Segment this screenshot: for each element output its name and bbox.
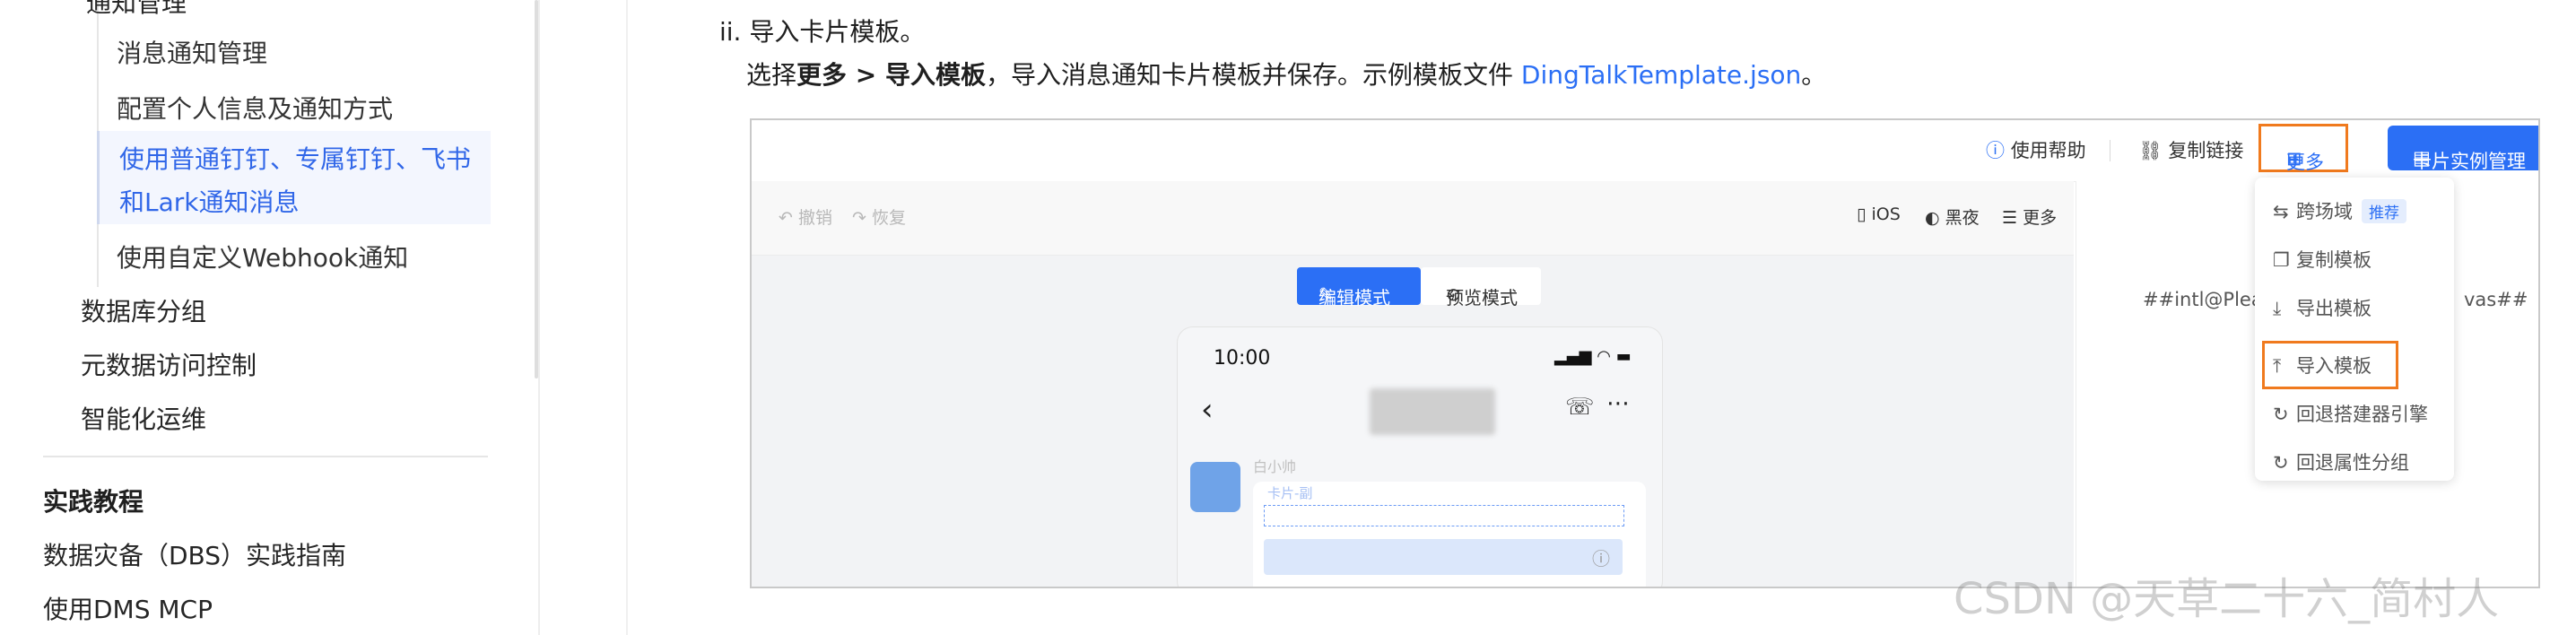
undo-button[interactable]: ↶ 撤销 [779,204,832,229]
status-icons: ▂▄▆ ◠ ▬ [1554,347,1632,366]
mode-edit-button[interactable]: ✎ 编辑模式 [1297,267,1421,309]
sidebar-item-label-line2: 和Lark通知消息 [119,187,300,217]
info-icon[interactable]: ⓘ [1592,544,1610,570]
menu-label: 复制模板 [2296,249,2371,271]
menu-item-cross-domain[interactable]: ⇆ 跨场域 推荐 [2273,197,2406,228]
more-dots-icon[interactable]: ⋯ [1606,390,1630,417]
sidebar-item-dms-mcp[interactable]: 使用DMS MCP [43,590,213,626]
copy-link-label: 复制链接 [2168,140,2244,161]
content-border [626,0,628,635]
embedded-screenshot: ⓘ 使用帮助 ⛓ 复制链接 ⊞ 更多 ▤ 卡片实例管理 ↶ 撤销 ↷ 恢复 ▯ … [750,118,2540,588]
dark-toggle[interactable]: ◐ 黑夜 [1925,204,1980,229]
sidebar-item-dbs-guide[interactable]: 数据灾备（DBS）实践指南 [43,536,346,572]
rollback-icon: ↻ [2273,404,2289,425]
intl-text-right: vas## [2464,289,2528,310]
sidebar-item-notification-management[interactable]: 通知管理 [86,0,187,20]
more-button-highlight[interactable]: ⊞ 更多 [2258,124,2348,173]
menu-item-rollback-group[interactable]: ↻ 回退属性分组 [2273,448,2409,479]
back-icon[interactable]: ‹ [1201,392,1214,428]
moon-icon: ◐ [1925,208,1940,228]
help-button[interactable]: ⓘ 使用帮助 [1986,136,2086,163]
sender-name: 白小帅 [1253,458,1297,475]
redo-button[interactable]: ↷ 恢复 [852,204,906,229]
editor-more-label: 更多 [2023,208,2058,228]
intl-text-left: ##intl@Pleas [2143,289,2273,310]
menu-label: 回退搭建器引擎 [2296,404,2428,425]
menu-item-export-template[interactable]: ⤓ 导出模板 [2273,294,2371,325]
card-selection-outline[interactable] [1264,505,1624,526]
avatar [1190,462,1240,512]
menu-item-copy-template[interactable]: ❐ 复制模板 [2273,246,2371,276]
editor-area: ↶ 撤销 ↷ 恢复 ▯ iOS ◐ 黑夜 ☰ 更多 ✎ 编辑模式 ⊙ 预览模式 … [752,181,2074,587]
copy-link-button[interactable]: ⛓ 复制链接 [2138,136,2243,163]
undo-icon: ↶ [779,208,793,228]
phone-icon: ▯ [1857,204,1867,224]
help-label: 使用帮助 [2010,140,2086,161]
redo-label: 恢复 [871,208,906,228]
copy-icon: ❐ [2273,249,2290,271]
sidebar-divider [43,456,488,457]
mode-preview-button[interactable]: ⊙ 预览模式 [1421,267,1541,309]
sidebar-item-webhook[interactable]: 使用自定义Webhook通知 [117,239,408,274]
mode-edit-label: 编辑模式 [1318,287,1390,309]
editor-more-button[interactable]: ☰ 更多 [2002,204,2057,229]
template-file-link[interactable]: DingTalkTemplate.json [1521,60,1801,90]
menu-label: 导出模板 [2296,298,2371,319]
desc-bold: 更多 > 导入模板 [796,60,986,90]
call-icon[interactable]: ☏ [1565,394,1595,421]
sidebar-item-personal-info[interactable]: 配置个人信息及通知方式 [117,90,393,126]
card-manage-label: 卡片实例管理 [2413,151,2526,172]
editor-toolbar: ↶ 撤销 ↷ 恢复 ▯ iOS ◐ 黑夜 ☰ 更多 [752,181,2074,256]
card-content-bar[interactable] [1264,539,1623,575]
card-label: 卡片-副 [1267,485,1313,501]
sidebar-item-metadata-access[interactable]: 元数据访问控制 [81,346,257,382]
upload-icon: ⤒ [2273,355,2282,377]
section-title: 实践教程 [43,487,144,517]
watermark: CSDN @天草二十六_简村人 [1954,574,2500,624]
menu-label: 导入模板 [2296,355,2371,377]
sidebar-border [538,0,540,635]
menu-label: 跨场域 [2296,201,2353,222]
undo-label: 撤销 [797,208,832,228]
mode-preview-label: 预览模式 [1446,287,1518,309]
desc-suffix: 。 [1801,60,1827,90]
desc-middle: ，导入消息通知卡片模板并保存。示例模板文件 [985,60,1521,90]
download-icon: ⤓ [2273,298,2282,319]
sidebar-item-label-line1: 使用普通钉钉、专属钉钉、飞书 [119,144,472,174]
step-text: ii. 导入卡片模板。 [719,17,926,47]
phone-time: 10:00 [1214,347,1271,370]
dark-label: 黑夜 [1945,208,1980,228]
menu-item-rollback-engine[interactable]: ↻ 回退搭建器引擎 [2273,400,2428,431]
phone-preview: 10:00 ▂▄▆ ◠ ▬ ‹ ☏ ⋯ 白小帅 卡片-副 ⓘ [1177,326,1663,587]
more-label: 更多 [2286,152,2324,173]
help-icon: ⓘ [1986,140,2005,161]
sidebar-item-db-group[interactable]: 数据库分组 [81,292,206,328]
ios-label: iOS [1871,204,1901,224]
card-instance-manage-button[interactable]: ▤ 卡片实例管理 [2388,126,2538,172]
sidebar-item-smart-ops[interactable]: 智能化运维 [81,400,206,436]
link-icon: ⛓ [2138,140,2163,161]
redo-icon: ↷ [852,208,866,228]
sidebar-item-message-notify[interactable]: 消息通知管理 [117,34,267,70]
menu-icon: ☰ [2002,208,2018,228]
menu-item-import-template[interactable]: ⤒ 导入模板 [2273,352,2371,382]
more-dropdown-menu: ⇆ 跨场域 推荐 ❐ 复制模板 ⤓ 导出模板 ⤒ 导入模板 ↻ 回退搭建器引擎 ↻ 回退属性分… [2255,178,2454,481]
ios-toggle[interactable]: ▯ iOS [1857,204,1901,224]
menu-label: 回退属性分组 [2296,452,2409,474]
desc-prefix: 选择 [746,60,797,90]
step-description: 选择更多 > 导入模板，导入消息通知卡片模板并保存。示例模板文件 DingTal… [746,56,1826,91]
recommend-tag: 推荐 [2362,199,2406,223]
switch-icon: ⇆ [2273,201,2289,222]
rollback-icon: ↻ [2273,452,2289,474]
blurred-title [1370,388,1495,435]
sidebar-item-dingtalk-active[interactable]: 使用普通钉钉、专属钉钉、飞书 和Lark通知消息 [97,131,491,224]
screenshot-topbar: ⓘ 使用帮助 ⛓ 复制链接 ⊞ 更多 ▤ 卡片实例管理 [752,120,2538,182]
